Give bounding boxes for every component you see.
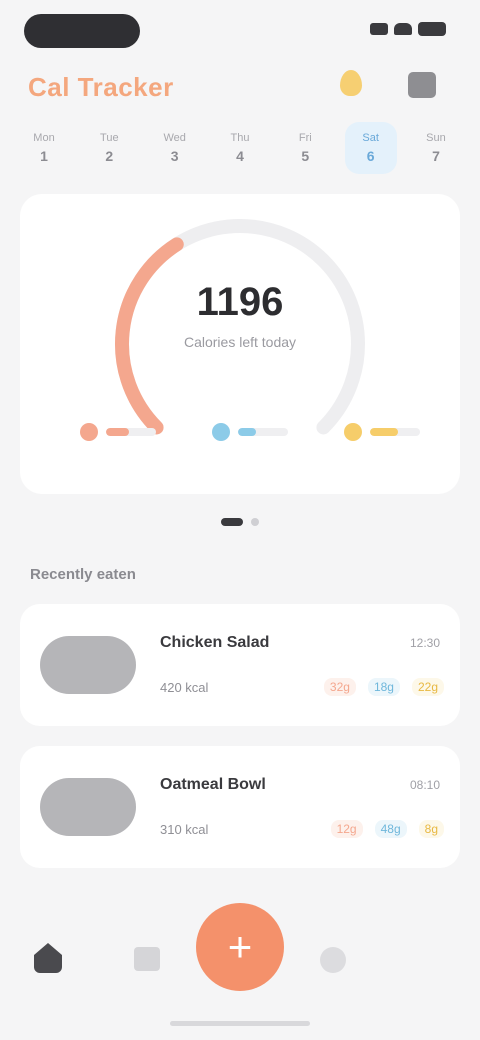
day-number: 5: [301, 148, 310, 164]
calories-left-label: Calories left today: [183, 334, 297, 350]
wifi-icon: [394, 23, 412, 35]
bottom-navigation: +: [0, 903, 480, 1040]
pager-dot-active[interactable]: [221, 518, 243, 526]
day-name: Tue: [100, 132, 119, 144]
signal-icon: [370, 23, 388, 35]
day-number: 1: [40, 148, 48, 164]
macro-summary: [80, 412, 420, 452]
meal-calories: 310 kcal: [160, 822, 209, 837]
meal-calories: 420 kcal: [160, 680, 209, 695]
settings-icon[interactable]: [320, 947, 346, 973]
meal-thumbnail: [40, 636, 136, 694]
carbs-icon: [212, 423, 230, 441]
meal-macros: 32g 18g 22g: [323, 678, 444, 696]
day-fri[interactable]: Fri 5: [279, 122, 331, 174]
meal-macros: 12g 48g 8g: [330, 820, 444, 838]
day-number: 7: [432, 148, 440, 164]
macro-fat: [344, 423, 420, 441]
status-icons: [370, 22, 446, 36]
day-sun[interactable]: Sun 7: [410, 122, 462, 174]
progress-icon[interactable]: [134, 947, 160, 971]
day-wed[interactable]: Wed 3: [149, 122, 201, 174]
meal-card[interactable]: Chicken Salad 12:30 420 kcal 32g 18g 22g: [20, 604, 460, 726]
meal-time: 12:30: [409, 636, 440, 650]
dynamic-island: [24, 14, 140, 48]
meal-time: 08:10: [409, 778, 440, 792]
day-number: 4: [236, 148, 244, 164]
carbs-bar: [238, 428, 288, 436]
meal-carbs: 18g: [367, 678, 400, 696]
home-icon[interactable]: [34, 943, 62, 973]
add-meal-button[interactable]: +: [196, 903, 284, 991]
day-name: Mon: [33, 132, 55, 144]
meal-name: Chicken Salad: [160, 634, 270, 651]
day-sat[interactable]: Sat 6: [344, 122, 397, 174]
day-mon[interactable]: Mon 1: [18, 122, 70, 174]
calendar-icon[interactable]: [408, 72, 436, 98]
meal-name: Oatmeal Bowl: [160, 776, 266, 793]
status-bar: [0, 0, 480, 60]
macro-protein: [80, 423, 156, 441]
section-title: Recently eaten: [30, 566, 136, 583]
meal-protein: 12g: [330, 820, 363, 838]
protein-icon: [80, 423, 98, 441]
card-pager[interactable]: [0, 518, 480, 526]
week-strip: Mon 1 Tue 2 Wed 3 Thu 4 Fri 5 Sat 6 Sun …: [18, 122, 462, 174]
app-title: Cal Tracker: [28, 72, 174, 102]
day-name: Fri: [298, 132, 312, 144]
day-name: Wed: [163, 132, 186, 144]
calorie-summary-card[interactable]: 1196 Calories left today: [20, 194, 460, 494]
day-number: 2: [105, 148, 114, 164]
macro-carbs: [212, 423, 288, 441]
meal-fat: 22g: [411, 678, 444, 696]
meal-card[interactable]: Oatmeal Bowl 08:10 310 kcal 12g 48g 8g: [20, 746, 460, 868]
day-number: 3: [170, 148, 179, 164]
fat-icon: [344, 423, 362, 441]
home-indicator: [170, 1021, 310, 1026]
day-name: Thu: [230, 132, 250, 144]
calories-left-value: 1196: [196, 280, 284, 324]
fat-bar: [370, 428, 420, 436]
meal-fat: 8g: [418, 820, 444, 838]
meal-protein: 32g: [323, 678, 356, 696]
protein-bar: [106, 428, 156, 436]
meal-thumbnail: [40, 778, 136, 836]
day-thu[interactable]: Thu 4: [214, 122, 266, 174]
day-tue[interactable]: Tue 2: [83, 122, 135, 174]
battery-icon: [418, 22, 446, 36]
app-header: Cal Tracker: [0, 64, 480, 108]
pager-dot[interactable]: [251, 518, 259, 526]
flame-icon[interactable]: [340, 70, 362, 96]
day-name: Sun: [426, 132, 446, 144]
day-name: Sat: [362, 132, 379, 144]
day-number: 6: [366, 148, 375, 164]
meal-carbs: 48g: [374, 820, 407, 838]
